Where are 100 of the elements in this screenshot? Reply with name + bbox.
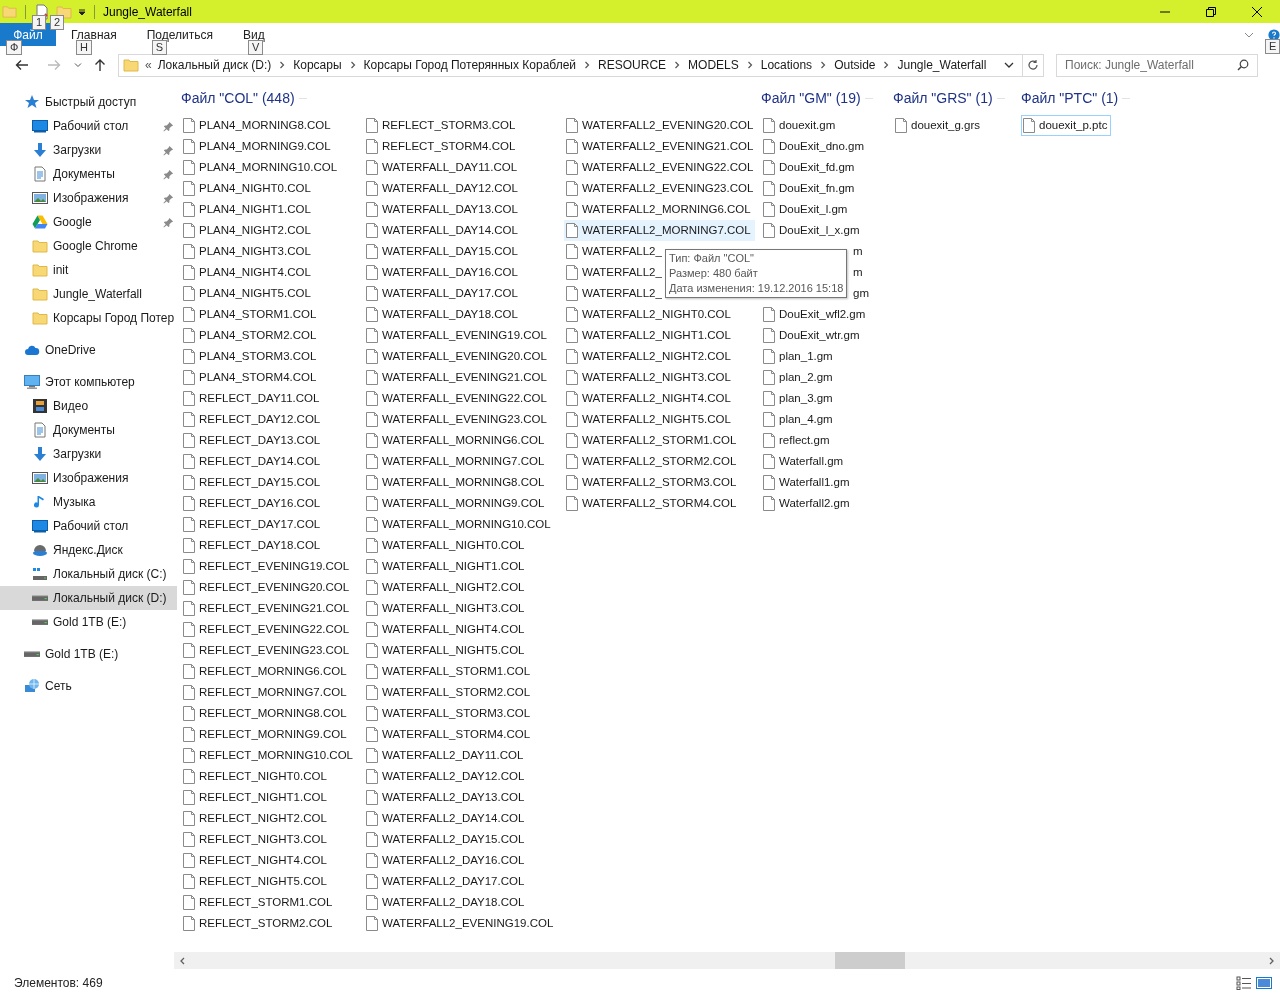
- file-item[interactable]: WATERFALL2_: [564, 262, 666, 283]
- close-icon[interactable]: [1252, 6, 1262, 17]
- file-item[interactable]: Waterfall2.gm: [761, 493, 854, 514]
- file-item[interactable]: REFLECT_EVENING21.COL: [181, 598, 354, 619]
- nav-item[interactable]: Музыка: [0, 490, 177, 514]
- file-item[interactable]: WATERFALL2_: [564, 283, 666, 304]
- file-item[interactable]: WATERFALL2_STORM3.COL: [564, 472, 741, 493]
- file-item[interactable]: WATERFALL_EVENING20.COL: [364, 346, 551, 367]
- file-item[interactable]: REFLECT_DAY16.COL: [181, 493, 325, 514]
- file-item[interactable]: PLAN4_NIGHT0.COL: [181, 178, 315, 199]
- file-item[interactable]: WATERFALL_DAY18.COL: [364, 304, 522, 325]
- nav-item[interactable]: Локальный диск (C:): [0, 562, 177, 586]
- scroll-left-icon[interactable]: [179, 956, 185, 965]
- file-item[interactable]: WATERFALL_DAY15.COL: [364, 241, 522, 262]
- file-item[interactable]: WATERFALL2_DAY15.COL: [364, 829, 529, 850]
- nav-item[interactable]: Загрузки: [0, 138, 177, 162]
- file-item[interactable]: REFLECT_MORNING6.COL: [181, 661, 351, 682]
- file-item[interactable]: REFLECT_MORNING10.COL: [181, 745, 357, 766]
- file-item[interactable]: WATERFALL2_EVENING22.COL: [564, 157, 758, 178]
- file-item[interactable]: WATERFALL_DAY14.COL: [364, 220, 522, 241]
- file-item[interactable]: WATERFALL_NIGHT5.COL: [364, 640, 529, 661]
- file-item[interactable]: WATERFALL_DAY16.COL: [364, 262, 522, 283]
- file-item[interactable]: WATERFALL2_STORM4.COL: [564, 493, 741, 514]
- breadcrumb[interactable]: Jungle_Waterfall: [897, 56, 987, 74]
- file-item[interactable]: REFLECT_EVENING23.COL: [181, 640, 354, 661]
- file-item[interactable]: WATERFALL_STORM3.COL: [364, 703, 535, 724]
- file-item[interactable]: REFLECT_MORNING9.COL: [181, 724, 351, 745]
- file-item[interactable]: WATERFALL_DAY17.COL: [364, 283, 522, 304]
- nav-item[interactable]: Изображения: [0, 186, 177, 210]
- file-item[interactable]: WATERFALL2_NIGHT4.COL: [564, 388, 735, 409]
- file-item[interactable]: reflect.gm: [761, 430, 834, 451]
- nav-item[interactable]: Локальный диск (D:): [0, 586, 177, 610]
- large-icons-view-icon[interactable]: [1256, 976, 1272, 990]
- file-item[interactable]: plan_2.gm: [761, 367, 837, 388]
- file-item[interactable]: REFLECT_NIGHT1.COL: [181, 787, 331, 808]
- file-item[interactable]: WATERFALL2_MORNING7.COL: [564, 220, 755, 241]
- file-item[interactable]: WATERFALL2_DAY16.COL: [364, 850, 529, 871]
- file-item[interactable]: REFLECT_EVENING19.COL: [181, 556, 354, 577]
- file-item[interactable]: WATERFALL2_EVENING23.COL: [564, 178, 758, 199]
- file-item[interactable]: PLAN4_STORM4.COL: [181, 367, 321, 388]
- nav-item[interactable]: Google: [0, 210, 177, 234]
- scrollbar-thumb[interactable]: [835, 952, 905, 969]
- file-item[interactable]: WATERFALL_NIGHT1.COL: [364, 556, 529, 577]
- file-item[interactable]: PLAN4_NIGHT3.COL: [181, 241, 315, 262]
- chevron-right-icon[interactable]: [278, 61, 287, 69]
- file-item[interactable]: WATERFALL2_STORM1.COL: [564, 430, 741, 451]
- file-item[interactable]: PLAN4_STORM3.COL: [181, 346, 321, 367]
- file-item[interactable]: PLAN4_MORNING8.COL: [181, 115, 335, 136]
- file-item[interactable]: DouExit_fd.gm: [761, 157, 859, 178]
- file-item[interactable]: WATERFALL_NIGHT3.COL: [364, 598, 529, 619]
- file-item[interactable]: WATERFALL2_DAY14.COL: [364, 808, 529, 829]
- file-item[interactable]: WATERFALL2_EVENING19.COL: [364, 913, 558, 934]
- nav-item[interactable]: Быстрый доступ: [0, 90, 177, 114]
- file-item[interactable]: WATERFALL2_DAY18.COL: [364, 892, 529, 913]
- up-arrow-icon[interactable]: [94, 58, 106, 72]
- file-item[interactable]: WATERFALL2_: [564, 241, 666, 262]
- nav-item[interactable]: Gold 1TB (E:): [0, 610, 177, 634]
- file-item[interactable]: REFLECT_DAY18.COL: [181, 535, 325, 556]
- nav-item[interactable]: Рабочий стол: [0, 114, 177, 138]
- file-item[interactable]: WATERFALL_EVENING23.COL: [364, 409, 551, 430]
- file-item[interactable]: WATERFALL2_DAY12.COL: [364, 766, 529, 787]
- file-item[interactable]: PLAN4_MORNING9.COL: [181, 136, 335, 157]
- file-item[interactable]: WATERFALL_MORNING7.COL: [364, 451, 549, 472]
- file-item[interactable]: Waterfall1.gm: [761, 472, 854, 493]
- nav-item[interactable]: OneDrive: [0, 338, 177, 362]
- search-icon[interactable]: [1237, 59, 1249, 71]
- file-item[interactable]: WATERFALL2_STORM2.COL: [564, 451, 741, 472]
- chevron-right-icon[interactable]: [819, 61, 828, 69]
- file-item[interactable]: DouExit_fn.gm: [761, 178, 859, 199]
- scroll-right-icon[interactable]: [1269, 956, 1275, 965]
- file-item[interactable]: WATERFALL_STORM2.COL: [364, 682, 535, 703]
- file-item[interactable]: REFLECT_STORM2.COL: [181, 913, 337, 934]
- file-item[interactable]: Waterfall.gm: [761, 451, 848, 472]
- nav-item[interactable]: Видео: [0, 394, 177, 418]
- horizontal-scrollbar[interactable]: [174, 952, 1280, 969]
- file-item[interactable]: REFLECT_NIGHT4.COL: [181, 850, 331, 871]
- file-item[interactable]: DouExit_l.gm: [761, 199, 852, 220]
- nav-item[interactable]: Корсары Город Потер: [0, 306, 177, 330]
- file-item[interactable]: WATERFALL_NIGHT4.COL: [364, 619, 529, 640]
- file-item[interactable]: WATERFALL_STORM4.COL: [364, 724, 535, 745]
- breadcrumb[interactable]: Локальный диск (D:): [157, 56, 272, 74]
- breadcrumb[interactable]: Корсары: [293, 56, 342, 74]
- file-item[interactable]: REFLECT_NIGHT2.COL: [181, 808, 331, 829]
- file-item[interactable]: WATERFALL_EVENING21.COL: [364, 367, 551, 388]
- file-item[interactable]: REFLECT_STORM4.COL: [364, 136, 520, 157]
- file-item[interactable]: plan_3.gm: [761, 388, 837, 409]
- nav-item[interactable]: Этот компьютер: [0, 370, 177, 394]
- chevron-right-icon[interactable]: [745, 61, 754, 69]
- breadcrumb[interactable]: MODELS: [688, 56, 739, 74]
- file-item[interactable]: PLAN4_STORM2.COL: [181, 325, 321, 346]
- nav-item[interactable]: Gold 1TB (E:): [0, 642, 177, 666]
- file-item[interactable]: DouExit_wtr.gm: [761, 325, 864, 346]
- file-item[interactable]: WATERFALL_MORNING8.COL: [364, 472, 549, 493]
- file-item[interactable]: REFLECT_DAY15.COL: [181, 472, 325, 493]
- file-item[interactable]: WATERFALL2_DAY11.COL: [364, 745, 528, 766]
- file-item[interactable]: douexit_p.ptc: [1021, 115, 1112, 136]
- nav-item[interactable]: init: [0, 258, 177, 282]
- file-item[interactable]: REFLECT_NIGHT5.COL: [181, 871, 331, 892]
- file-item[interactable]: PLAN4_NIGHT2.COL: [181, 220, 315, 241]
- details-view-icon[interactable]: [1236, 976, 1252, 990]
